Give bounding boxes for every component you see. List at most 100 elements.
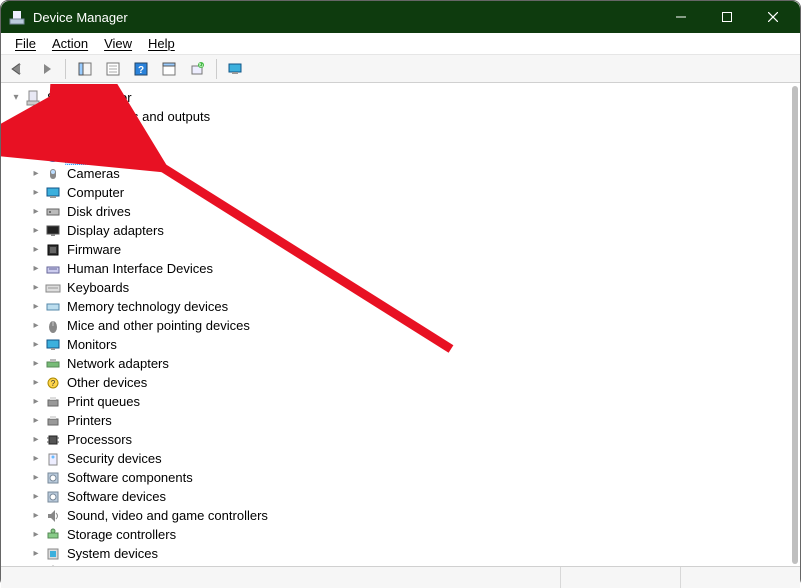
devices-and-printers-button[interactable] [223, 58, 249, 80]
audio-icon [45, 109, 61, 125]
tree-node[interactable]: ▸?Other devices [29, 373, 800, 392]
tree-node-label: Bluetooth [65, 144, 128, 165]
printer-icon [45, 413, 61, 429]
tree-node[interactable]: ▸Computer [29, 183, 800, 202]
hid-icon [45, 261, 61, 277]
chevron-right-icon[interactable]: ▸ [29, 129, 43, 143]
menu-file[interactable]: File [7, 34, 44, 53]
chevron-right-icon[interactable]: ▸ [29, 262, 43, 276]
usb-icon [45, 565, 61, 567]
chevron-right-icon[interactable]: ▸ [29, 528, 43, 542]
tree-node-label: Sound, video and game controllers [65, 506, 270, 525]
tree-node[interactable]: ▸ Bluetooth [29, 145, 800, 164]
tree-node-label: Keyboards [65, 278, 131, 297]
tree-node-label: Storage controllers [65, 525, 178, 544]
chevron-right-icon[interactable]: ▸ [29, 148, 43, 162]
chevron-right-icon[interactable]: ▸ [29, 547, 43, 561]
chevron-right-icon[interactable]: ▸ [29, 319, 43, 333]
tree-node[interactable]: ▸ System devices [29, 544, 800, 563]
printer-icon [45, 394, 61, 410]
status-cell [560, 567, 680, 588]
other-icon: ? [45, 375, 61, 391]
tree-root-node[interactable]: ▾ SagarPredator [9, 88, 800, 107]
chevron-right-icon[interactable]: ▸ [29, 281, 43, 295]
device-tree-pane: ▾SagarPredator▸Audio inputs and outputs▸… [1, 83, 800, 566]
chevron-right-icon[interactable]: ▸ [29, 414, 43, 428]
chevron-right-icon[interactable]: ▸ [29, 357, 43, 371]
chevron-right-icon[interactable]: ▸ [29, 300, 43, 314]
tree-node[interactable]: ▸ Storage controllers [29, 525, 800, 544]
action-button[interactable] [156, 58, 182, 80]
tree-node[interactable]: ▸Firmware [29, 240, 800, 259]
tree-node[interactable]: ▸Disk drives [29, 202, 800, 221]
tree-node[interactable]: ▸ Universal Serial Bus controllers [29, 563, 800, 566]
tree-node[interactable]: ▸ Mice and other pointing devices [29, 316, 800, 335]
tree-node-label: Batteries [65, 126, 120, 145]
chevron-right-icon[interactable]: ▸ [29, 243, 43, 257]
tree-node[interactable]: ▸ Sound, video and game controllers [29, 506, 800, 525]
tree-node[interactable]: ▸Display adapters [29, 221, 800, 240]
tree-node[interactable]: ▸Human Interface Devices [29, 259, 800, 278]
properties-button[interactable] [100, 58, 126, 80]
chevron-right-icon[interactable]: ▸ [29, 205, 43, 219]
toolbar-separator [216, 59, 217, 79]
tree-node-label: Software devices [65, 487, 168, 506]
tree-node[interactable]: ▸ Software devices [29, 487, 800, 506]
chevron-right-icon[interactable]: ▸ [29, 490, 43, 504]
tree-node-label: Universal Serial Bus controllers [65, 563, 250, 566]
chevron-right-icon[interactable]: ▸ [29, 338, 43, 352]
svg-text:?: ? [51, 379, 56, 388]
show-hide-console-tree-button[interactable] [72, 58, 98, 80]
chevron-right-icon[interactable]: ▸ [29, 471, 43, 485]
chevron-right-icon[interactable]: ▸ [29, 224, 43, 238]
chevron-right-icon[interactable]: ▸ [29, 433, 43, 447]
sound-icon [45, 508, 61, 524]
tree-node-label: System devices [65, 544, 160, 563]
tree-node[interactable]: ▸ Audio inputs and outputs [29, 107, 800, 126]
minimize-button[interactable] [658, 1, 704, 33]
menu-view[interactable]: View [96, 34, 140, 53]
tree-node[interactable]: ▸Processors [29, 430, 800, 449]
tree-node[interactable]: ▸Memory technology devices [29, 297, 800, 316]
chevron-right-icon[interactable]: ▸ [29, 376, 43, 390]
maximize-button[interactable] [704, 1, 750, 33]
chevron-down-icon[interactable]: ▾ [9, 91, 23, 105]
tree-node-label: Audio inputs and outputs [65, 107, 212, 126]
status-cell [680, 567, 800, 588]
tree-node[interactable]: ▸ Batteries [29, 126, 800, 145]
menu-action[interactable]: Action [44, 34, 96, 53]
tree-node[interactable]: ▸Cameras [29, 164, 800, 183]
help-button[interactable]: ? [128, 58, 154, 80]
tree-node[interactable]: ▸Monitors [29, 335, 800, 354]
tree-node[interactable]: ▸Security devices [29, 449, 800, 468]
window-controls [658, 1, 796, 33]
device-tree[interactable]: ▾SagarPredator▸Audio inputs and outputs▸… [1, 84, 800, 566]
scan-for-hardware-button[interactable]: ↻ [184, 58, 210, 80]
close-button[interactable] [750, 1, 796, 33]
back-button[interactable] [5, 58, 31, 80]
chevron-right-icon[interactable]: ▸ [29, 186, 43, 200]
forward-button[interactable] [33, 58, 59, 80]
tree-node[interactable]: ▸ Keyboards [29, 278, 800, 297]
camera-icon [45, 166, 61, 182]
chevron-right-icon[interactable]: ▸ [29, 452, 43, 466]
tree-node[interactable]: ▸ Print queues [29, 392, 800, 411]
disk-icon [45, 204, 61, 220]
chevron-right-icon[interactable]: ▸ [29, 509, 43, 523]
tree-node-label: Print queues [65, 392, 142, 411]
chevron-right-icon[interactable]: ▸ [29, 167, 43, 181]
tree-node[interactable]: ▸Printers [29, 411, 800, 430]
chevron-right-icon[interactable]: ▸ [29, 110, 43, 124]
system-icon [45, 546, 61, 562]
tree-node[interactable]: ▸Network adapters [29, 354, 800, 373]
menu-help[interactable]: Help [140, 34, 183, 53]
bluetooth-icon [45, 147, 61, 163]
tree-node[interactable]: ▸Software components [29, 468, 800, 487]
tree-node-label: Mice and other pointing devices [65, 316, 252, 335]
software-icon [45, 489, 61, 505]
mouse-icon [45, 318, 61, 334]
chevron-right-icon[interactable]: ▸ [29, 566, 43, 567]
vertical-scrollbar[interactable] [792, 86, 798, 564]
chevron-right-icon[interactable]: ▸ [29, 395, 43, 409]
tree-root-label: SagarPredator [45, 88, 134, 107]
